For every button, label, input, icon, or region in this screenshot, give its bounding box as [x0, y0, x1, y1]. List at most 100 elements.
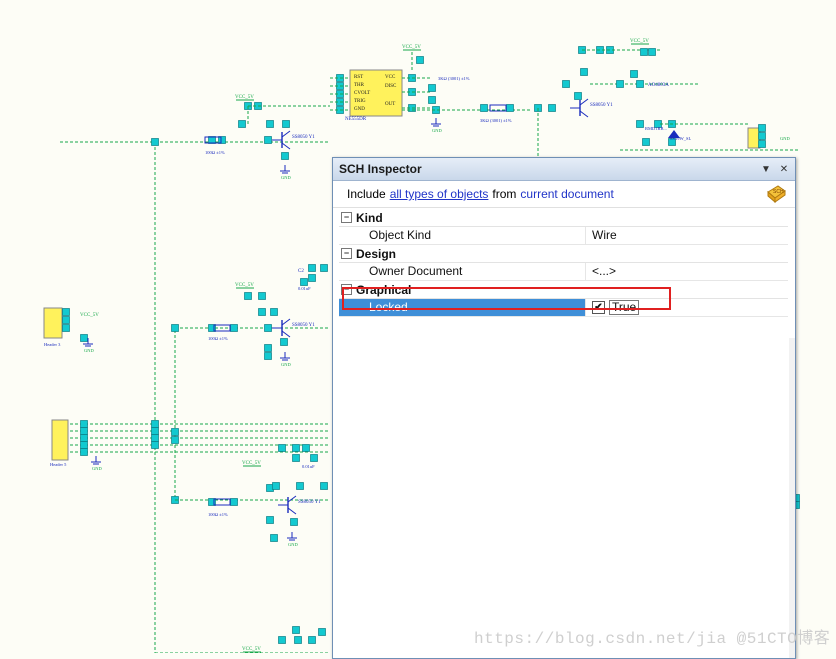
- schematic-label: GND: [92, 466, 102, 471]
- property-value[interactable]: Wire: [586, 227, 788, 244]
- pin-marker: [62, 308, 70, 316]
- pin-marker: [302, 444, 310, 452]
- schematic-label: THR: [354, 83, 365, 88]
- property-value[interactable]: <...>: [586, 263, 788, 280]
- pin-marker: [318, 628, 326, 636]
- scrollbar[interactable]: [789, 338, 795, 658]
- inspector-filter-bar: Include all types of objects from curren…: [333, 181, 795, 208]
- category-label: Kind: [356, 210, 383, 225]
- svg-text:SCH: SCH: [773, 189, 784, 195]
- schematic-label: SS8050 Y1: [292, 135, 315, 140]
- transistor-symbol: [281, 130, 291, 138]
- schematic-label: CVOLT: [354, 91, 370, 96]
- schematic-label: GND: [281, 362, 291, 367]
- pin-marker: [266, 516, 274, 524]
- schematic-label: 100Ω ±1%: [208, 512, 228, 517]
- pin-marker: [230, 498, 238, 506]
- category-label: Design: [356, 246, 397, 261]
- pin-marker: [264, 352, 272, 360]
- pin-marker: [282, 120, 290, 128]
- schematic-label: VCC_5V: [235, 283, 254, 288]
- schematic-label: SS8050 Y1: [292, 323, 315, 328]
- pin-marker: [296, 482, 304, 490]
- schematic-label: GND: [432, 128, 442, 133]
- schematic-label: 3KΩ (3001) ±1%: [480, 118, 512, 123]
- pin-marker: [264, 324, 272, 332]
- pin-marker: [758, 140, 766, 148]
- pin-marker: [270, 534, 278, 542]
- transistor-symbol: [579, 98, 589, 106]
- schematic-label: VCC_5V: [80, 313, 99, 318]
- pin-marker: [258, 308, 266, 316]
- pin-marker: [300, 278, 308, 286]
- property-name: Owner Document: [339, 263, 586, 280]
- schematic-label: RMD1RB...: [645, 126, 667, 131]
- inspector-titlebar: SCH Inspector ▼ ✕: [333, 158, 795, 181]
- transistor-symbol: [281, 318, 291, 326]
- dropdown-arrow-icon[interactable]: ▼: [759, 162, 773, 176]
- pin-marker: [294, 636, 302, 644]
- pin-marker: [264, 344, 272, 352]
- pin-marker: [230, 324, 238, 332]
- highlight-callout-box: [342, 287, 671, 310]
- schematic-label: GND: [288, 542, 298, 547]
- close-icon[interactable]: ✕: [777, 162, 791, 176]
- pin-marker: [171, 436, 179, 444]
- schematic-label: TRIG: [354, 99, 366, 104]
- pin-marker: [308, 636, 316, 644]
- pin-marker: [266, 120, 274, 128]
- pin-marker: [562, 80, 570, 88]
- collapse-icon[interactable]: −: [341, 248, 352, 259]
- header-connector: [51, 419, 69, 461]
- pin-marker: [244, 292, 252, 300]
- pin-marker: [151, 441, 159, 449]
- schematic-label: GND: [780, 136, 790, 141]
- schematic-label: GND: [281, 175, 291, 180]
- pin-marker: [171, 428, 179, 436]
- diode-symbol: [668, 130, 680, 138]
- category-kind[interactable]: − Kind: [339, 209, 788, 227]
- collapse-icon[interactable]: −: [341, 212, 352, 223]
- pin-marker: [290, 518, 298, 526]
- pin-marker: [171, 324, 179, 332]
- schematic-label: GND: [84, 348, 94, 353]
- pin-marker: [758, 132, 766, 140]
- pin-marker: [80, 434, 88, 442]
- include-label: Include: [347, 187, 386, 201]
- schematic-label: 100Ω ±1%: [208, 336, 228, 341]
- pin-marker: [80, 334, 88, 342]
- schematic-label: AO4803A: [648, 83, 669, 88]
- pin-marker: [574, 92, 582, 100]
- schematic-label: VCC_5V: [630, 39, 649, 44]
- schematic-label: RST: [354, 75, 363, 80]
- pin-marker: [292, 454, 300, 462]
- object-types-link[interactable]: all types of objects: [390, 187, 489, 201]
- pin-marker: [428, 96, 436, 104]
- schematic-label: VCC_5V: [402, 45, 421, 50]
- schematic-label: VCC_5V: [242, 461, 261, 466]
- schematic-label: Header 3: [44, 342, 61, 347]
- pin-marker: [308, 274, 316, 282]
- pin-marker: [548, 104, 556, 112]
- pin-marker: [636, 120, 644, 128]
- document-scope-link[interactable]: current document: [520, 187, 613, 201]
- schematic-label: 0.01uF: [298, 286, 311, 291]
- property-row-owner-document[interactable]: Owner Document <...>: [339, 263, 788, 281]
- pin-marker: [151, 420, 159, 428]
- property-row-object-kind[interactable]: Object Kind Wire: [339, 227, 788, 245]
- category-design[interactable]: − Design: [339, 245, 788, 263]
- pin-marker: [272, 482, 280, 490]
- pin-marker: [80, 441, 88, 449]
- transistor-symbol: [287, 495, 297, 503]
- pin-marker: [238, 120, 246, 128]
- schematic-label: 3KΩ (3001) ±1%: [438, 76, 470, 81]
- schematic-label: 0.01uF: [302, 464, 315, 469]
- schematic-label: SS8050 Y1: [590, 103, 613, 108]
- pin-marker: [642, 138, 650, 146]
- schematic-label: VCC_5V: [242, 647, 261, 652]
- schematic-label: VCC_5V: [235, 95, 254, 100]
- sch-inspector-panel: SCH Inspector ▼ ✕ Include all types of o…: [332, 157, 796, 659]
- pin-marker: [62, 324, 70, 332]
- pin-marker: [580, 68, 588, 76]
- watermark: https://blog.csdn.net/jia @51CTO博客: [474, 630, 831, 648]
